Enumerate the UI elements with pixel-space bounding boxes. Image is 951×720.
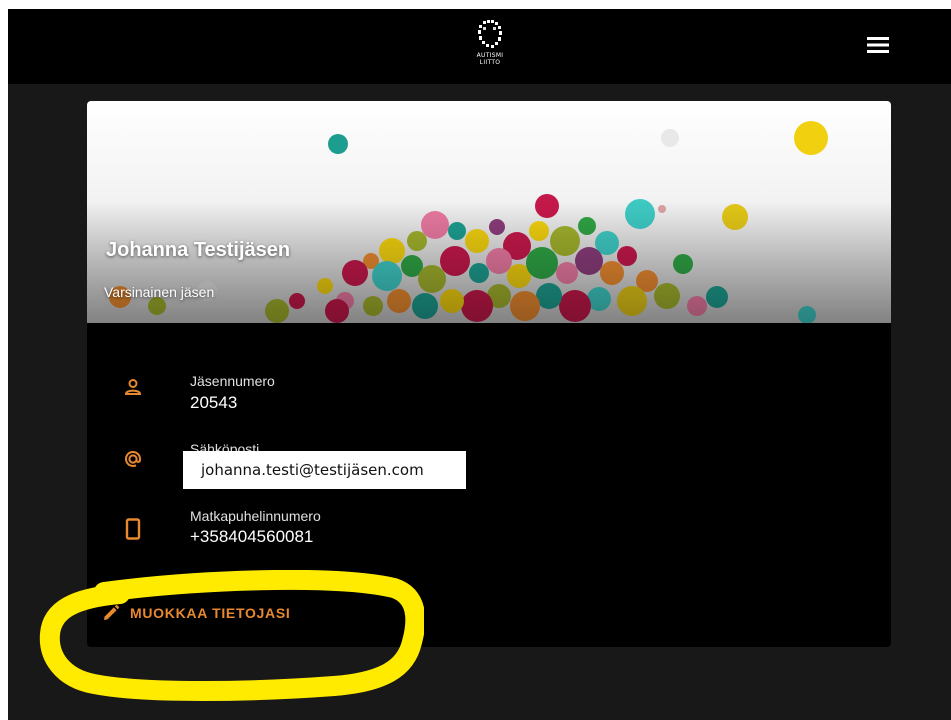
top-bar: AUTISMI LIITTO bbox=[8, 9, 951, 84]
menu-button[interactable] bbox=[860, 31, 896, 59]
profile-card: Johanna Testijäsen Varsinainen jäsen Jäs… bbox=[87, 101, 891, 647]
phone-label: Matkapuhelinnumero bbox=[190, 508, 321, 524]
logo-text-line1: AUTISMI bbox=[476, 52, 504, 59]
logo-text-line2: LIITTO bbox=[479, 59, 501, 66]
member-number-row: Jäsennumero 20543 bbox=[87, 359, 891, 419]
member-number-label: Jäsennumero bbox=[190, 373, 275, 389]
logo-mark-icon bbox=[478, 20, 502, 48]
at-sign-icon bbox=[121, 447, 145, 471]
hamburger-menu-icon bbox=[867, 37, 889, 53]
phone-value: +358404560081 bbox=[190, 527, 314, 546]
email-value-box: johanna.testi@testijäsen.com bbox=[183, 451, 466, 489]
profile-header-image: Johanna Testijäsen Varsinainen jäsen bbox=[87, 101, 891, 323]
member-name: Johanna Testijäsen bbox=[106, 239, 291, 261]
member-number-value: 20543 bbox=[190, 393, 238, 412]
mobile-phone-icon bbox=[121, 517, 145, 541]
membership-type: Varsinainen jäsen bbox=[104, 284, 215, 300]
autismiliitto-logo[interactable]: AUTISMI LIITTO bbox=[470, 20, 510, 78]
header-shade bbox=[87, 201, 891, 323]
person-icon bbox=[121, 375, 145, 399]
email-value: johanna.testi@testijäsen.com bbox=[201, 461, 424, 479]
logo-text: AUTISMI LIITTO bbox=[470, 52, 510, 66]
phone-row: Matkapuhelinnumero +358404560081 bbox=[87, 499, 891, 559]
highlight-marker-annotation bbox=[39, 570, 424, 701]
